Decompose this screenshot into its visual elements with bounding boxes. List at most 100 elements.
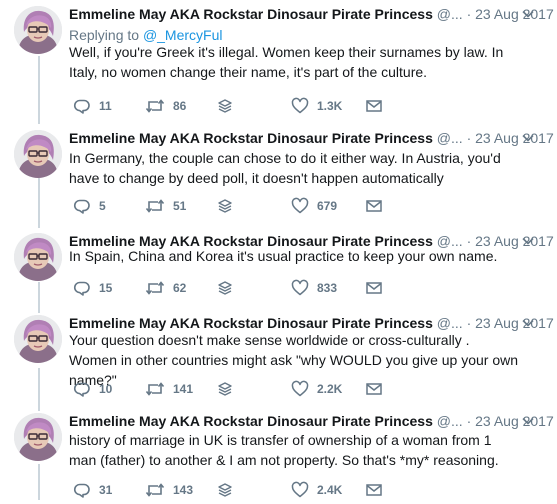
heart-icon xyxy=(291,279,309,297)
stack-icon xyxy=(217,98,233,114)
retweet-button[interactable]: 141 xyxy=(145,379,193,399)
tweet-text: history of marriage in UK is transfer of… xyxy=(69,432,499,468)
reply-button[interactable]: 5 xyxy=(73,196,106,216)
tweet-header: Emmeline May AKA Rockstar Dinosaur Pirat… xyxy=(69,411,557,431)
retweet-icon xyxy=(145,279,165,297)
reply-button[interactable]: 31 xyxy=(73,480,112,500)
replying-to-label: Replying to xyxy=(69,27,140,43)
envelope-icon xyxy=(365,198,383,214)
retweet-icon xyxy=(145,197,165,215)
like-button[interactable]: 679 xyxy=(291,196,337,216)
tweet-actions: 15 62 833 xyxy=(69,278,399,298)
tweet[interactable]: Emmeline May AKA Rockstar Dinosaur Pirat… xyxy=(0,231,557,302)
author-handle[interactable]: @... xyxy=(437,413,463,429)
message-button[interactable] xyxy=(365,379,383,399)
avatar[interactable] xyxy=(14,315,62,363)
avatar[interactable] xyxy=(14,413,62,461)
like-button[interactable]: 1.3K xyxy=(291,96,342,116)
retweet-button[interactable]: 86 xyxy=(145,96,186,116)
author-handle[interactable]: @... xyxy=(437,6,463,22)
chevron-down-icon[interactable] xyxy=(521,414,535,428)
stack-button[interactable] xyxy=(217,480,233,500)
separator-dot: · xyxy=(466,6,472,22)
like-button[interactable]: 2.2K xyxy=(291,379,342,399)
replying-to-handle[interactable]: @_MercyFul xyxy=(143,27,223,43)
tweet-actions: 10 141 2.2K xyxy=(69,379,399,399)
author-name[interactable]: Emmeline May AKA Rockstar Dinosaur Pirat… xyxy=(69,130,433,146)
tweet[interactable]: Emmeline May AKA Rockstar Dinosaur Pirat… xyxy=(0,4,557,120)
retweet-count: 141 xyxy=(173,382,194,396)
retweet-icon xyxy=(145,97,165,115)
stack-button[interactable] xyxy=(217,278,233,298)
separator-dot: · xyxy=(466,413,472,429)
chevron-down-icon[interactable] xyxy=(521,7,535,21)
like-count: 1.3K xyxy=(317,99,343,113)
reply-icon xyxy=(73,380,91,398)
reply-button[interactable]: 15 xyxy=(73,278,112,298)
separator-dot: · xyxy=(466,315,472,331)
reply-count: 10 xyxy=(99,382,113,396)
author-name[interactable]: Emmeline May AKA Rockstar Dinosaur Pirat… xyxy=(69,315,433,331)
tweet[interactable]: Emmeline May AKA Rockstar Dinosaur Pirat… xyxy=(0,313,557,403)
tweet-text: Well, if you're Greek it's illegal. Wome… xyxy=(69,44,504,80)
avatar[interactable] xyxy=(14,6,62,54)
retweet-button[interactable]: 51 xyxy=(145,196,186,216)
like-count: 2.2K xyxy=(317,382,343,396)
tweet-date[interactable]: 23 Aug 2017 xyxy=(475,315,554,331)
retweet-button[interactable]: 62 xyxy=(145,278,186,298)
reply-count: 15 xyxy=(99,281,113,295)
retweet-count: 86 xyxy=(173,99,187,113)
reply-count: 5 xyxy=(99,199,106,213)
stack-button[interactable] xyxy=(217,379,233,399)
tweet-actions: 11 86 1.3K xyxy=(69,96,399,116)
tweet-date[interactable]: 23 Aug 2017 xyxy=(475,130,554,146)
like-count: 833 xyxy=(317,281,338,295)
retweet-count: 143 xyxy=(173,483,194,497)
stack-button[interactable] xyxy=(217,96,233,116)
stack-icon xyxy=(217,280,233,296)
author-handle[interactable]: @... xyxy=(437,130,463,146)
tweet[interactable]: Emmeline May AKA Rockstar Dinosaur Pirat… xyxy=(0,411,557,504)
author-name[interactable]: Emmeline May AKA Rockstar Dinosaur Pirat… xyxy=(69,413,433,429)
message-button[interactable] xyxy=(365,278,383,298)
like-button[interactable]: 2.4K xyxy=(291,480,342,500)
envelope-icon xyxy=(365,381,383,397)
reply-button[interactable]: 11 xyxy=(73,96,112,116)
stack-icon xyxy=(217,482,233,498)
message-button[interactable] xyxy=(365,196,383,216)
tweet-text: In Spain, China and Korea it's usual pra… xyxy=(69,248,498,264)
chevron-down-icon[interactable] xyxy=(521,131,535,145)
message-button[interactable] xyxy=(365,480,383,500)
envelope-icon xyxy=(365,98,383,114)
retweet-count: 51 xyxy=(173,199,187,213)
tweet-header: Emmeline May AKA Rockstar Dinosaur Pirat… xyxy=(69,128,557,148)
retweet-count: 62 xyxy=(173,281,187,295)
stack-icon xyxy=(217,381,233,397)
reply-count: 11 xyxy=(99,99,112,113)
reply-button[interactable]: 10 xyxy=(73,379,112,399)
tweet-text: In Germany, the couple can chose to do i… xyxy=(69,150,501,186)
heart-icon xyxy=(291,197,309,215)
tweet-date[interactable]: 23 Aug 2017 xyxy=(475,6,554,22)
author-handle[interactable]: @... xyxy=(437,315,463,331)
chevron-down-icon[interactable] xyxy=(521,234,535,248)
avatar[interactable] xyxy=(14,130,62,178)
like-count: 679 xyxy=(317,199,338,213)
retweet-icon xyxy=(145,380,165,398)
retweet-button[interactable]: 143 xyxy=(145,480,193,500)
separator-dot: · xyxy=(466,130,472,146)
tweet-header: Emmeline May AKA Rockstar Dinosaur Pirat… xyxy=(69,4,557,24)
reply-icon xyxy=(73,279,91,297)
heart-icon xyxy=(291,481,309,499)
message-button[interactable] xyxy=(365,96,383,116)
chevron-down-icon[interactable] xyxy=(521,316,535,330)
author-name[interactable]: Emmeline May AKA Rockstar Dinosaur Pirat… xyxy=(69,6,433,22)
like-button[interactable]: 833 xyxy=(291,278,337,298)
reply-icon xyxy=(73,197,91,215)
avatar[interactable] xyxy=(14,233,62,281)
stack-button[interactable] xyxy=(217,196,233,216)
stack-icon xyxy=(217,198,233,214)
tweet-date[interactable]: 23 Aug 2017 xyxy=(475,413,554,429)
tweet[interactable]: Emmeline May AKA Rockstar Dinosaur Pirat… xyxy=(0,128,557,220)
reply-count: 31 xyxy=(99,483,113,497)
